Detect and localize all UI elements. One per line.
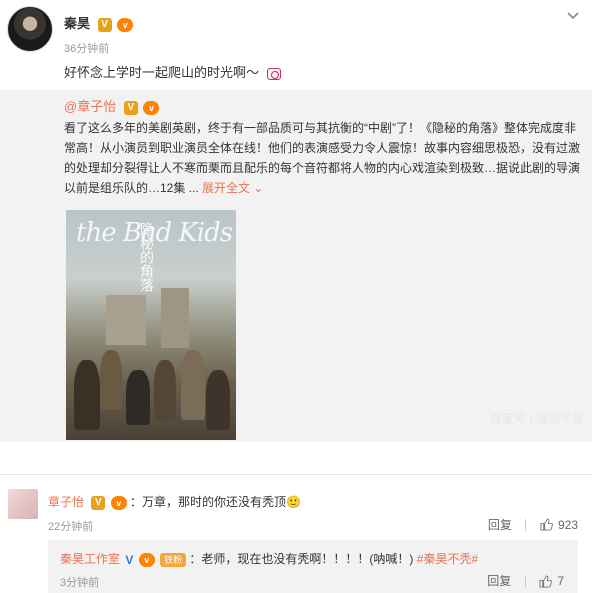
post-text: 好怀念上学时一起爬山的时光啊～ bbox=[64, 62, 281, 81]
post-header: 秦昊 V v 36分钟前 好怀念上学时一起爬山的时光啊～ bbox=[0, 0, 592, 96]
reply-actions: 回复 7 bbox=[487, 572, 564, 589]
poster-figure bbox=[100, 350, 122, 410]
reply-text: ：老师，现在也没有秃啊！！！！(呐喊！) bbox=[189, 552, 414, 566]
reply-reply-button[interactable]: 回复 bbox=[487, 574, 511, 588]
expand-full-text-link[interactable]: 展开全文 ⌄ bbox=[202, 181, 263, 195]
comment-author[interactable]: 章子怡 bbox=[48, 495, 84, 509]
author-avatar[interactable] bbox=[7, 6, 53, 52]
camera-icon bbox=[266, 67, 281, 80]
vip-icon: v bbox=[138, 552, 155, 567]
poster-building bbox=[161, 288, 189, 348]
comment-avatar[interactable] bbox=[8, 489, 38, 519]
reply-like-count: 7 bbox=[557, 574, 564, 588]
comment-like-button[interactable]: 923 bbox=[540, 517, 578, 532]
comment-time: 22分钟前 bbox=[48, 521, 94, 533]
poster-figure bbox=[154, 360, 176, 420]
verified-icon: V bbox=[91, 495, 106, 510]
vip-icon: v bbox=[110, 495, 127, 510]
reply-line: 秦昊工作室 V v 铁粉 ：老师，现在也没有秃啊！！！！(呐喊！) #秦昊不秃# bbox=[60, 550, 478, 567]
poster-figure bbox=[126, 370, 150, 425]
comments-divider bbox=[0, 474, 592, 475]
repost-body: 看了这么多年的美剧英剧，终于有一部品质可与其抗衡的“中剧”了！《隐秘的角落》整体… bbox=[64, 121, 581, 195]
verified-icon: V bbox=[97, 17, 112, 32]
post-author[interactable]: 秦昊 V v bbox=[64, 13, 134, 32]
thumb-up-icon bbox=[540, 518, 553, 531]
hashtag-link[interactable]: #秦昊不秃# bbox=[417, 552, 478, 566]
comment-actions: 回复 923 bbox=[488, 516, 578, 533]
watermark: 百家号 / 娱乐千里 bbox=[489, 412, 584, 426]
actions-separator bbox=[524, 575, 526, 588]
repost-author[interactable]: @章子怡 V v bbox=[64, 96, 160, 115]
comment-reply: 秦昊工作室 V v 铁粉 ：老师，现在也没有秃啊！！！！(呐喊！) #秦昊不秃#… bbox=[48, 540, 578, 593]
reposted-weibo[interactable]: @章子怡 V v 看了这么多年的美剧英剧，终于有一部品质可与其抗衡的“中剧”了！… bbox=[0, 90, 592, 442]
reply-like-button[interactable]: 7 bbox=[539, 574, 564, 588]
reply-time: 3分钟前 bbox=[60, 577, 100, 589]
poster-figure bbox=[74, 360, 100, 430]
reply-author[interactable]: 秦昊工作室 bbox=[60, 552, 120, 566]
verified-icon: V bbox=[123, 100, 138, 115]
thumb-up-icon bbox=[539, 575, 552, 588]
poster-figure bbox=[181, 350, 205, 420]
poster-image[interactable]: the Bad Kids 隐秘的角落 bbox=[66, 210, 236, 440]
poster-figure bbox=[206, 370, 230, 430]
actions-separator bbox=[525, 518, 527, 531]
post-time[interactable]: 36分钟前 bbox=[64, 40, 109, 56]
vip-icon: v bbox=[143, 100, 160, 115]
comment-like-count: 923 bbox=[557, 517, 578, 532]
poster-title-cn: 隐秘的角落 bbox=[138, 222, 154, 292]
comment-text: ：万章，那时的你还没有秃顶🙂 bbox=[130, 495, 301, 509]
comment-line: 章子怡 V v ：万章，那时的你还没有秃顶🙂 bbox=[48, 493, 301, 510]
chevron-down-icon[interactable] bbox=[566, 8, 580, 22]
comment-reply-button[interactable]: 回复 bbox=[488, 518, 512, 532]
vip-icon: v bbox=[117, 17, 134, 32]
poster-building bbox=[106, 295, 146, 345]
verified-blue-icon: V bbox=[125, 552, 134, 567]
fan-badge: 铁粉 bbox=[160, 552, 187, 567]
